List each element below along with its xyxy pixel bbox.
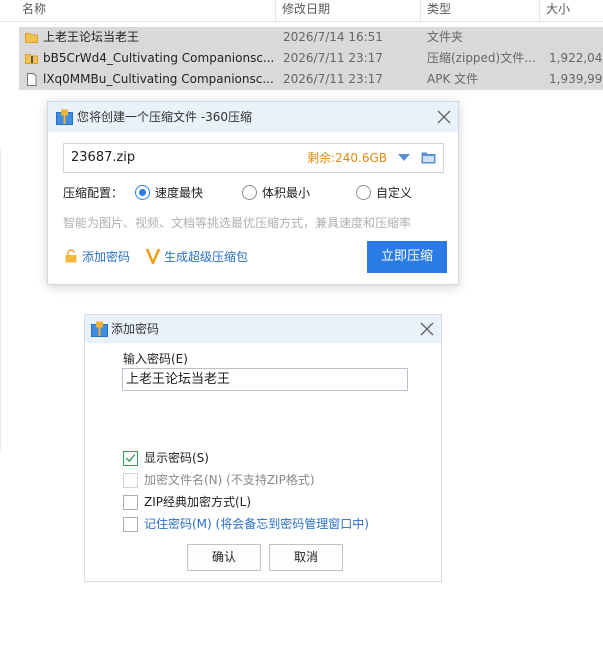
remember-password-label[interactable]: 记住密码(M) (将会备忘到密码管理窗口中) <box>144 515 369 533</box>
archive-path-field[interactable]: 23687.zip 剩余:240.6GB <box>63 143 444 173</box>
radio-smallest[interactable] <box>242 185 257 200</box>
password-dialog-title: 添加密码 <box>111 322 160 336</box>
zip-classic-checkbox[interactable] <box>123 495 138 510</box>
archive-app-icon <box>91 321 108 337</box>
password-dialog-titlebar[interactable]: 添加密码 <box>85 315 441 343</box>
compress-hint: 智能为图片、视频、文档等挑选最优压缩方式，兼具速度和压缩率 <box>63 216 412 230</box>
file-name: bB5CrWd4_Cultivating Companionsc... <box>43 51 273 65</box>
lock-icon <box>65 249 77 263</box>
file-name: 上老王论坛当老王 <box>43 30 140 44</box>
encrypt-filename-label[interactable]: 加密文件名(N) (不支持ZIP格式) <box>144 471 315 489</box>
file-type: 文件夹 <box>427 30 464 44</box>
add-password-link[interactable]: 添加密码 <box>82 249 130 265</box>
file-name: lXq0MMBu_Cultivating Companionsc... <box>43 72 273 86</box>
show-password-label[interactable]: 显示密码(S) <box>144 449 209 467</box>
compress-config-label: 压缩配置： <box>63 186 124 200</box>
encrypt-filename-checkbox[interactable] <box>123 473 138 488</box>
chevron-down-icon[interactable] <box>398 154 410 161</box>
radio-fastest-label[interactable]: 速度最快 <box>155 184 203 202</box>
folder-icon <box>25 33 38 43</box>
checkmark-icon <box>125 454 136 463</box>
compress-dialog-title: 您将创建一个压缩文件 -360压缩 <box>77 110 253 124</box>
compress-now-button[interactable]: 立即压缩 <box>367 241 447 273</box>
file-size <box>549 27 603 48</box>
remember-password-checkbox[interactable] <box>123 517 138 532</box>
compress-dialog-titlebar[interactable]: 您将创建一个压缩文件 -360压缩 <box>48 102 458 132</box>
column-size[interactable]: 大小 <box>540 0 603 22</box>
pane-edge <box>0 150 4 450</box>
password-input[interactable]: 上老王论坛当老王 <box>122 368 408 391</box>
column-type[interactable]: 类型 <box>421 0 540 22</box>
column-date[interactable]: 修改日期 <box>276 0 421 22</box>
file-row[interactable]: bB5CrWd4_Cultivating Companionsc... 2026… <box>19 48 603 69</box>
file-row[interactable]: lXq0MMBu_Cultivating Companionsc... 2026… <box>19 69 603 90</box>
archive-app-icon <box>56 109 73 125</box>
file-date: 2026/7/14 16:51 <box>283 30 383 44</box>
radio-custom-label[interactable]: 自定义 <box>376 184 412 202</box>
file-date: 2026/7/11 23:17 <box>283 51 383 65</box>
radio-smallest-label[interactable]: 体积最小 <box>262 184 310 202</box>
browse-folder-icon[interactable] <box>421 151 436 164</box>
close-icon[interactable] <box>436 109 452 125</box>
file-type: APK 文件 <box>427 72 479 86</box>
compress-dialog: 您将创建一个压缩文件 -360压缩 23687.zip 剩余:240.6GB 压… <box>47 101 459 285</box>
ok-button[interactable]: 确认 <box>187 544 261 571</box>
disk-remaining: 剩余:240.6GB <box>307 151 387 165</box>
radio-custom[interactable] <box>356 185 371 200</box>
zip-classic-label[interactable]: ZIP经典加密方式(L) <box>144 493 251 511</box>
radio-fastest[interactable] <box>135 185 150 200</box>
file-date: 2026/7/11 23:17 <box>283 72 383 86</box>
file-size: 1,939,99 <box>549 72 603 86</box>
column-header: 名称 修改日期 类型 大小 <box>0 0 603 22</box>
cancel-button[interactable]: 取消 <box>269 544 343 571</box>
column-name[interactable]: 名称 <box>16 0 276 22</box>
file-type: 压缩(zipped)文件... <box>427 51 536 65</box>
close-icon[interactable] <box>419 321 435 337</box>
file-icon <box>27 73 37 86</box>
super-compress-link[interactable]: 生成超级压缩包 <box>164 249 248 265</box>
show-password-checkbox[interactable] <box>123 451 138 466</box>
password-input-label: 输入密码(E) <box>123 352 188 366</box>
archive-filename[interactable]: 23687.zip <box>71 144 135 172</box>
file-size: 1,922,04 <box>549 51 603 65</box>
super-v-icon <box>146 248 160 264</box>
zip-icon <box>25 54 38 64</box>
file-row[interactable]: 上老王论坛当老王 2026/7/14 16:51 文件夹 <box>19 27 603 48</box>
add-password-dialog: 添加密码 输入密码(E) 上老王论坛当老王 显示密码(S) 加密文件名(N) (… <box>84 314 442 582</box>
